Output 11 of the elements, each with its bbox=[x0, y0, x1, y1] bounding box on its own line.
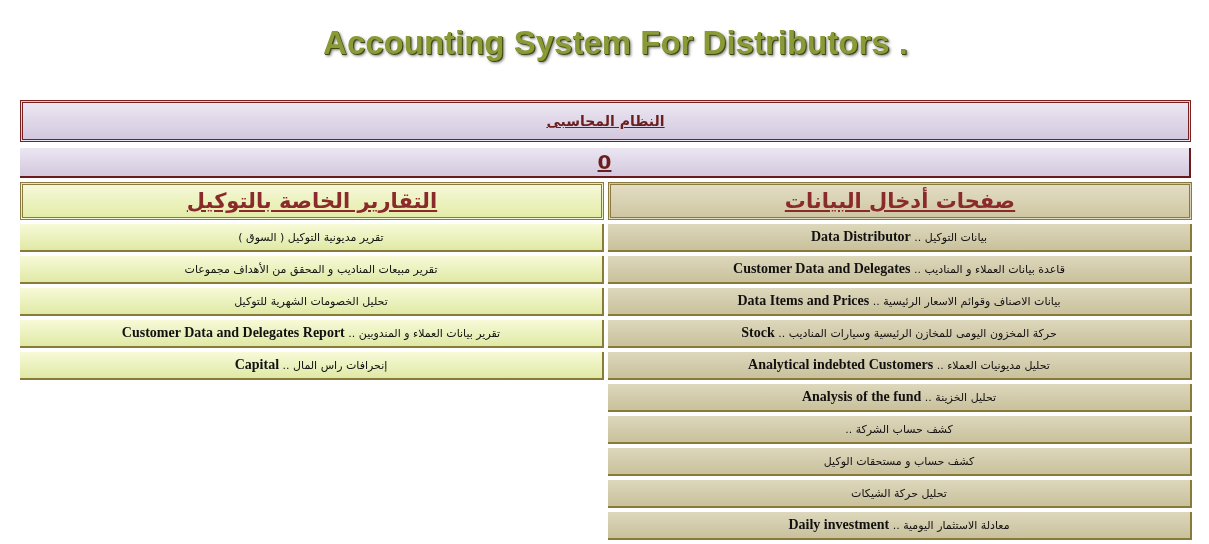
data-entry-button[interactable]: كشف حساب و مستحقات الوكيل bbox=[608, 448, 1192, 476]
data-entry-button[interactable]: كشف حساب الشركة .. bbox=[608, 416, 1192, 444]
section-heading: صفحات أدخال البيانات bbox=[784, 189, 1016, 213]
system-link[interactable]: النظام المحاسبى bbox=[546, 113, 665, 129]
page-title: Accounting System For Distributors . bbox=[322, 24, 909, 63]
report-button[interactable]: تقرير مديونية التوكيل ( السوق ) bbox=[20, 224, 604, 252]
data-entry-button[interactable]: تحليل حركة الشيكات bbox=[608, 480, 1192, 508]
report-button[interactable]: تقرير مبيعات المناديب و المحقق من الأهداف مجموعات bbox=[20, 256, 604, 284]
counter-value: 0 bbox=[597, 150, 612, 174]
report-button[interactable]: تحليل الخصومات الشهرية للتوكيل bbox=[20, 288, 604, 316]
section-heading: التقارير الخاصة بالتوكيل bbox=[186, 189, 438, 213]
